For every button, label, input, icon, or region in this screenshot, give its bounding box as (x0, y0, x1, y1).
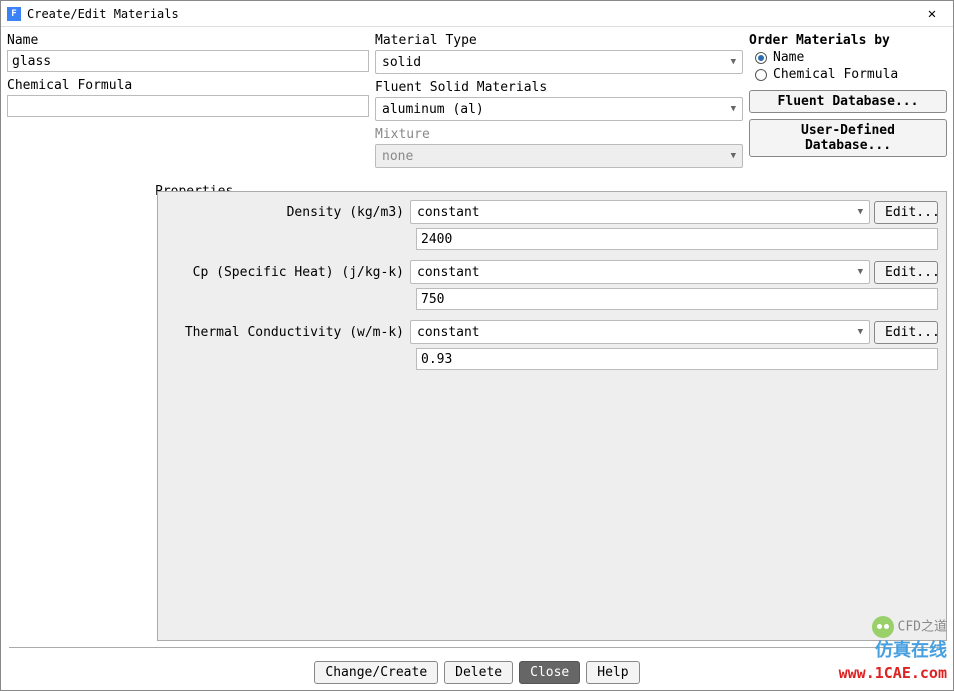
density-value-input[interactable] (416, 228, 938, 250)
density-method-dropdown[interactable]: constant ▼ (410, 200, 870, 224)
solid-materials-dropdown[interactable]: aluminum (al) ▼ (375, 97, 743, 121)
mixture-dropdown: none ▼ (375, 144, 743, 168)
formula-input[interactable] (7, 95, 369, 117)
radio-formula[interactable] (755, 69, 767, 81)
density-label: Density (kg/m3) (166, 205, 410, 220)
separator (9, 647, 945, 648)
close-icon[interactable]: ✕ (917, 6, 947, 22)
chevron-down-icon: ▼ (858, 207, 863, 217)
help-button[interactable]: Help (586, 661, 639, 684)
user-database-button[interactable]: User-Defined Database... (749, 119, 947, 157)
cp-label: Cp (Specific Heat) (j/kg-k) (166, 265, 410, 280)
change-create-button[interactable]: Change/Create (314, 661, 438, 684)
tc-edit-button[interactable]: Edit... (874, 321, 938, 344)
app-icon: F (7, 7, 21, 21)
radio-name-row[interactable]: Name (755, 50, 947, 65)
chevron-down-icon: ▼ (731, 57, 736, 67)
radio-name[interactable] (755, 52, 767, 64)
titlebar: F Create/Edit Materials ✕ (1, 1, 953, 27)
delete-button[interactable]: Delete (444, 661, 513, 684)
radio-name-label: Name (773, 50, 804, 65)
radio-formula-row[interactable]: Chemical Formula (755, 67, 947, 82)
tc-value-input[interactable] (416, 348, 938, 370)
density-row: Density (kg/m3) constant ▼ Edit... (166, 200, 938, 224)
solid-materials-value: aluminum (al) (382, 102, 484, 117)
formula-label: Chemical Formula (7, 78, 369, 93)
properties-panel: Density (kg/m3) constant ▼ Edit... (157, 191, 947, 641)
cp-method-dropdown[interactable]: constant ▼ (410, 260, 870, 284)
solid-materials-label: Fluent Solid Materials (375, 80, 743, 95)
density-edit-button[interactable]: Edit... (874, 201, 938, 224)
chevron-down-icon: ▼ (731, 151, 736, 161)
fluent-database-button[interactable]: Fluent Database... (749, 90, 947, 113)
material-type-label: Material Type (375, 33, 743, 48)
mixture-label: Mixture (375, 127, 743, 142)
name-input[interactable] (7, 50, 369, 72)
cp-edit-button[interactable]: Edit... (874, 261, 938, 284)
name-label: Name (7, 33, 369, 48)
chevron-down-icon: ▼ (858, 267, 863, 277)
mixture-value: none (382, 149, 413, 164)
chevron-down-icon: ▼ (731, 104, 736, 114)
window-title: Create/Edit Materials (27, 7, 917, 21)
material-type-dropdown[interactable]: solid ▼ (375, 50, 743, 74)
footer: Change/Create Delete Close Help (1, 661, 953, 684)
dialog-window: F Create/Edit Materials ✕ Name Chemical … (0, 0, 954, 691)
chevron-down-icon: ▼ (858, 327, 863, 337)
cp-value-input[interactable] (416, 288, 938, 310)
close-button[interactable]: Close (519, 661, 580, 684)
radio-formula-label: Chemical Formula (773, 67, 898, 82)
tc-method-dropdown[interactable]: constant ▼ (410, 320, 870, 344)
tc-label: Thermal Conductivity (w/m-k) (166, 325, 410, 340)
order-by-label: Order Materials by (749, 33, 947, 48)
cp-row: Cp (Specific Heat) (j/kg-k) constant ▼ E… (166, 260, 938, 284)
tc-row: Thermal Conductivity (w/m-k) constant ▼ … (166, 320, 938, 344)
material-type-value: solid (382, 55, 421, 70)
content-area: Name Chemical Formula Material Type soli… (1, 27, 953, 648)
